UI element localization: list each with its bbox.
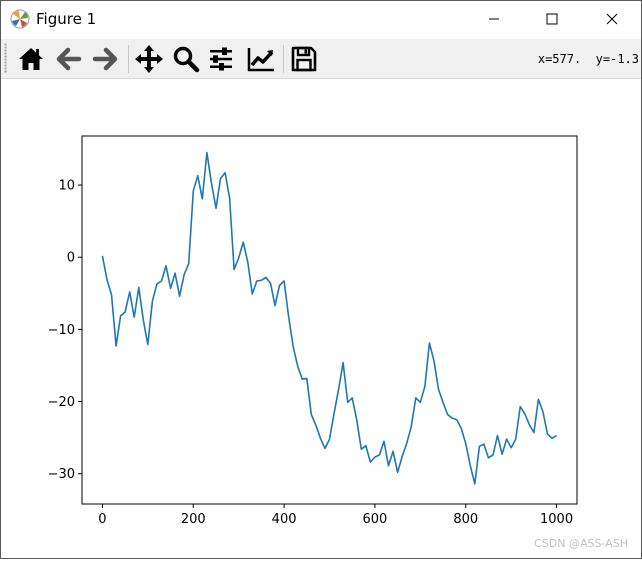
back-button[interactable] bbox=[52, 42, 86, 76]
line-plot[interactable]: 0 200 400 600 800 1000 10 0 −10 −20 −30 bbox=[1, 79, 641, 558]
magnifier-icon bbox=[173, 46, 200, 73]
close-icon bbox=[606, 13, 618, 25]
x-tick-label: 400 bbox=[272, 512, 297, 527]
home-button[interactable] bbox=[14, 42, 48, 76]
x-tick-label: 1000 bbox=[540, 512, 573, 527]
arrow-right-icon bbox=[92, 47, 118, 71]
axes-frame bbox=[81, 135, 578, 505]
save-button[interactable] bbox=[287, 42, 321, 76]
x-tick-label: 200 bbox=[181, 512, 206, 527]
maximize-button[interactable] bbox=[529, 1, 575, 37]
y-tick-label: −20 bbox=[48, 395, 75, 410]
y-tick-label: 0 bbox=[67, 251, 75, 266]
arrow-left-icon bbox=[56, 47, 82, 71]
pan-button[interactable] bbox=[132, 42, 166, 76]
line-chart-icon bbox=[247, 48, 274, 72]
watermark: CSDN @ASS-ASH bbox=[534, 537, 628, 550]
edit-axis-button[interactable] bbox=[244, 42, 278, 76]
minimize-button[interactable] bbox=[471, 1, 517, 37]
home-icon bbox=[19, 48, 43, 70]
subplots-button[interactable] bbox=[204, 42, 238, 76]
floppy-disk-icon bbox=[291, 46, 317, 72]
navigation-toolbar: x=577. y=-1.3 bbox=[1, 39, 641, 79]
matplotlib-icon bbox=[10, 9, 30, 29]
y-tick-label: 10 bbox=[58, 179, 75, 194]
sliders-icon bbox=[210, 47, 232, 71]
zoom-button[interactable] bbox=[169, 42, 203, 76]
figure-window: Figure 1 x=577. y=-1.3 0 200 400 600 800… bbox=[0, 0, 642, 559]
x-tick-label: 800 bbox=[453, 512, 478, 527]
y-tick-label: −10 bbox=[48, 323, 75, 338]
x-tick-label: 600 bbox=[362, 512, 387, 527]
title-bar[interactable]: Figure 1 bbox=[1, 1, 641, 37]
x-tick-label: 0 bbox=[98, 512, 106, 527]
window-title: Figure 1 bbox=[36, 10, 97, 28]
forward-button[interactable] bbox=[88, 42, 122, 76]
toolbar-separator bbox=[128, 45, 129, 73]
toolbar-grip[interactable] bbox=[4, 43, 7, 73]
cursor-coordinates: x=577. y=-1.3 bbox=[537, 52, 639, 66]
maximize-icon bbox=[546, 13, 558, 25]
y-tick-label: −30 bbox=[48, 467, 75, 482]
close-button[interactable] bbox=[589, 1, 635, 37]
minimize-icon bbox=[489, 18, 499, 20]
move-icon bbox=[135, 45, 163, 73]
toolbar-separator bbox=[283, 45, 284, 73]
figure-canvas[interactable]: 0 200 400 600 800 1000 10 0 −10 −20 −30 CSDN @ASS-… bbox=[1, 79, 641, 558]
